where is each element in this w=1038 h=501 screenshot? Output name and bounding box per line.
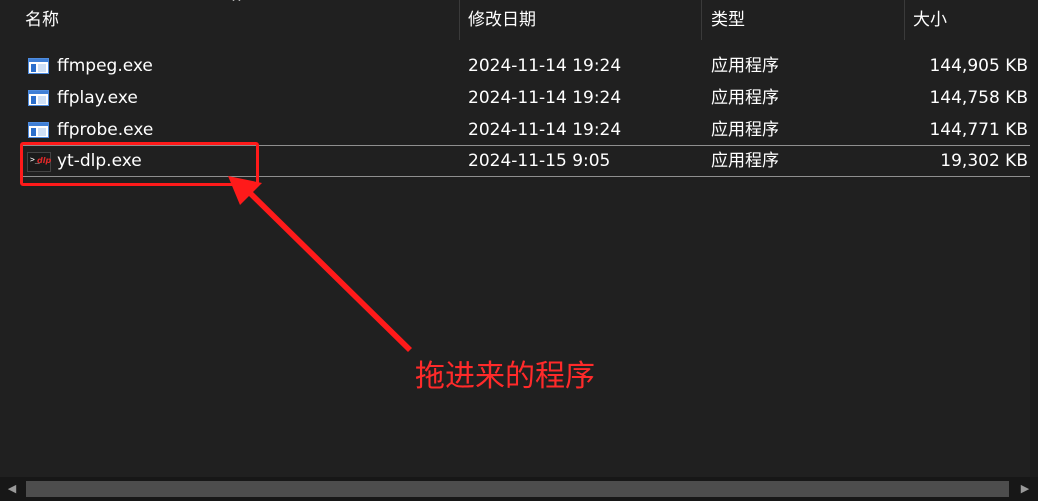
annotation-label: 拖进来的程序 xyxy=(415,359,595,394)
column-header-type[interactable]: 类型 xyxy=(701,0,904,40)
file-size: 19,302 KB xyxy=(940,151,1028,171)
scroll-right-arrow-icon[interactable]: ▶ xyxy=(1012,477,1038,501)
exe-app-icon xyxy=(28,58,49,74)
file-modified: 2024-11-14 19:24 xyxy=(468,88,622,108)
vertical-scrollbar[interactable] xyxy=(1030,40,1038,477)
file-row-ffplay[interactable]: ffplay.exe 2024-11-14 19:24 应用程序 144,758… xyxy=(20,82,1033,114)
file-type: 应用程序 xyxy=(711,88,779,108)
exe-app-icon xyxy=(28,122,49,138)
file-modified: 2024-11-14 19:24 xyxy=(468,56,622,76)
exe-app-icon xyxy=(28,90,49,106)
file-type: 应用程序 xyxy=(711,120,779,140)
file-modified: 2024-11-15 9:05 xyxy=(468,151,611,171)
file-type: 应用程序 xyxy=(711,56,779,76)
horizontal-scrollbar[interactable]: ◀ ▶ xyxy=(0,477,1038,501)
column-header-size[interactable]: 大小 xyxy=(903,0,1038,40)
file-size: 144,758 KB xyxy=(929,88,1028,108)
file-type: 应用程序 xyxy=(711,151,779,171)
column-header-modified[interactable]: 修改日期 xyxy=(458,0,701,40)
column-header-name[interactable]: 名称 xyxy=(15,0,459,40)
highlight-box xyxy=(20,142,259,186)
file-size: 144,771 KB xyxy=(929,120,1028,140)
file-size: 144,905 KB xyxy=(929,56,1028,76)
file-name: ffplay.exe xyxy=(57,88,138,108)
file-row-ffmpeg[interactable]: ffmpeg.exe 2024-11-14 19:24 应用程序 144,905… xyxy=(20,50,1033,82)
file-name: ffmpeg.exe xyxy=(57,56,153,76)
file-explorer-list: ^ 名称 修改日期 类型 大小 ffmpeg.exe 2024-11-14 19… xyxy=(0,0,1038,501)
scroll-left-arrow-icon[interactable]: ◀ xyxy=(0,477,24,501)
file-modified: 2024-11-14 19:24 xyxy=(468,120,622,140)
column-header-bar: ^ 名称 修改日期 类型 大小 xyxy=(0,0,1038,40)
scrollbar-thumb[interactable] xyxy=(26,481,1009,497)
